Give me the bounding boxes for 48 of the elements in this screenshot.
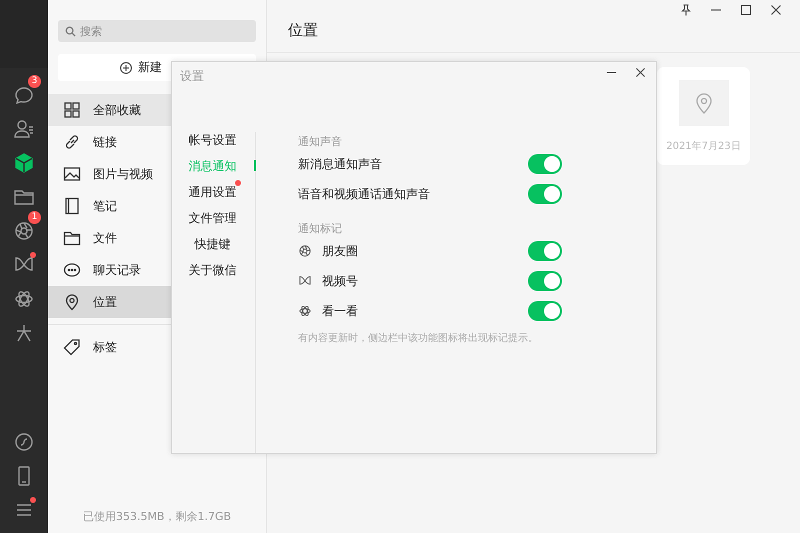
setting-label: 看一看 <box>322 302 359 320</box>
chat-bubble-icon <box>63 261 81 279</box>
atom-icon <box>298 304 312 318</box>
setting-label: 朋友圈 <box>322 242 359 260</box>
close-icon[interactable] <box>635 67 646 78</box>
toggle-switch[interactable] <box>528 271 562 291</box>
settings-nav-item[interactable]: 文件管理 <box>172 210 255 236</box>
plus-circle-icon <box>120 62 132 74</box>
hint-text: 有内容更新时，侧边栏中该功能图标将出现标记提示。 <box>298 332 539 345</box>
toggle-switch[interactable] <box>528 301 562 321</box>
aperture-icon[interactable] <box>13 220 35 242</box>
book-icon <box>63 197 81 215</box>
tag-icon <box>63 338 81 356</box>
toggle-switch[interactable] <box>528 184 562 204</box>
cube-icon[interactable] <box>13 152 35 174</box>
section-heading: 通知标记 <box>298 221 343 237</box>
grid-icon <box>63 101 81 119</box>
setting-label: 语音和视频通话通知声音 <box>298 186 431 202</box>
search-icon <box>65 26 76 37</box>
settings-nav-item[interactable]: 通用设置 <box>172 184 255 210</box>
atom-icon[interactable] <box>13 288 35 310</box>
maximize-icon[interactable] <box>740 4 752 16</box>
toggle-switch[interactable] <box>528 241 562 261</box>
location-pin-icon <box>63 293 81 311</box>
storage-usage-text: 已使用353.5MB，剩余1.7GB <box>82 509 232 524</box>
image-icon <box>63 165 81 183</box>
pin-icon[interactable] <box>680 4 692 16</box>
contacts-icon[interactable] <box>13 118 35 140</box>
settings-nav-item[interactable]: 关于微信 <box>172 262 255 288</box>
settings-nav-item[interactable]: 帐号设置 <box>172 132 255 158</box>
aperture-icon <box>298 244 312 258</box>
close-icon[interactable] <box>770 4 782 16</box>
link-circle-icon[interactable] <box>13 431 35 453</box>
selected-indicator <box>254 160 256 171</box>
card-date: 2021年7月23日 <box>666 140 741 153</box>
unread-badge: 3 <box>28 75 41 88</box>
folder-icon <box>63 229 81 247</box>
location-pin-icon <box>694 92 712 114</box>
settings-nav-item[interactable]: 快捷键 <box>172 236 255 262</box>
search-field[interactable]: 搜索 <box>58 20 256 42</box>
page-title: 位置 <box>288 20 318 40</box>
toggle-switch[interactable] <box>528 154 562 174</box>
setting-label: 视频号 <box>322 272 359 290</box>
unread-badge: 1 <box>28 211 41 224</box>
link-icon <box>63 133 81 151</box>
section-heading: 通知声音 <box>298 134 343 150</box>
setting-label: 新消息通知声音 <box>298 156 383 172</box>
tags-item[interactable]: 标签 <box>48 331 266 363</box>
